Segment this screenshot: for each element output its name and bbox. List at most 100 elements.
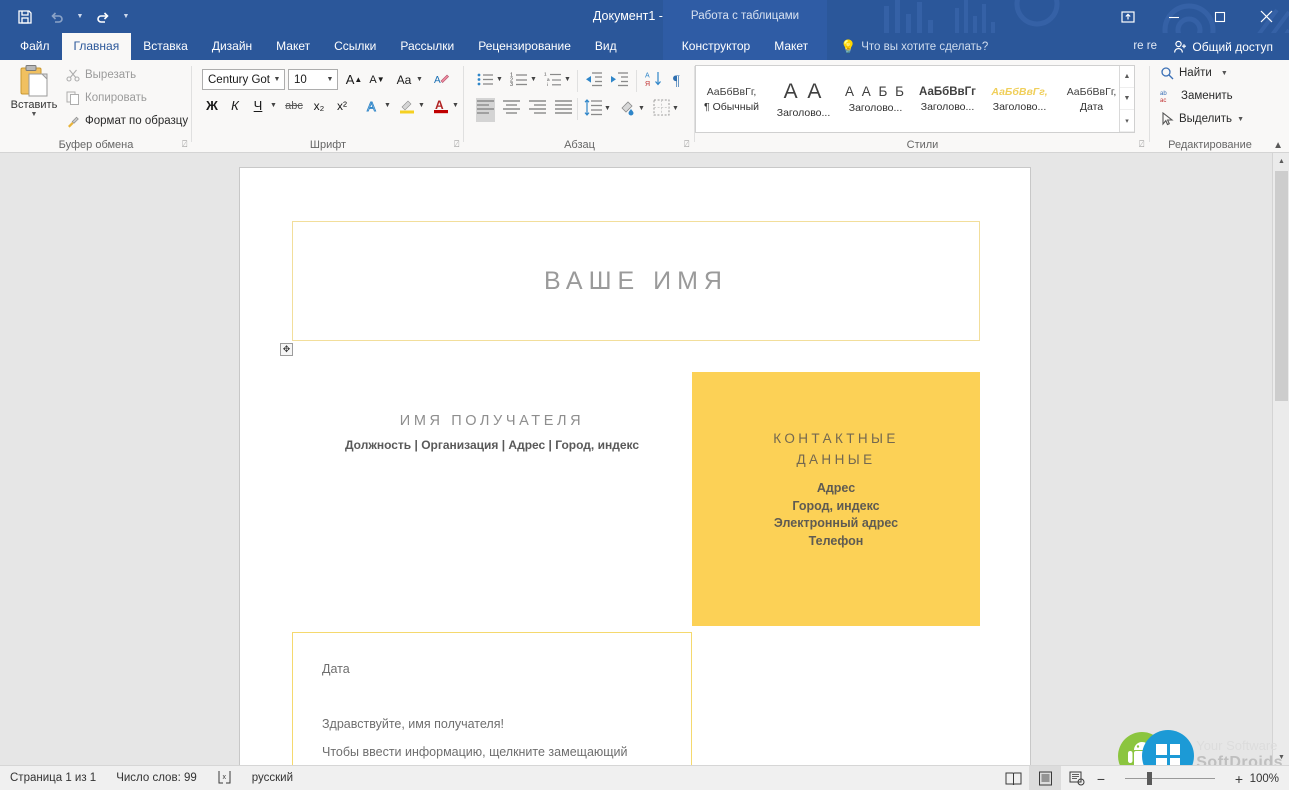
bullets-button[interactable] xyxy=(476,70,495,94)
multilevel-dropdown-icon[interactable]: ▼ xyxy=(564,76,571,83)
copy-button[interactable]: Копировать xyxy=(66,91,147,105)
font-color-button[interactable]: A xyxy=(430,95,452,116)
chevron-down-icon[interactable]: ▼ xyxy=(270,76,284,83)
word-count[interactable]: Число слов: 99 xyxy=(106,772,207,784)
justify-button[interactable] xyxy=(554,98,573,122)
zoom-out-button[interactable]: − xyxy=(1093,772,1109,786)
styles-scroll-down-icon[interactable]: ▼ xyxy=(1120,88,1134,110)
tab-design[interactable]: Дизайн xyxy=(200,33,264,60)
clear-formatting-button[interactable]: A xyxy=(430,69,452,90)
underline-dropdown-icon[interactable]: ▼ xyxy=(270,102,277,109)
align-left-button[interactable] xyxy=(476,98,495,122)
sort-button[interactable]: A Я xyxy=(644,70,663,94)
contact-details-box[interactable]: КОНТАКТНЫЕ ДАННЫЕ Адрес Город, индекс Эл… xyxy=(692,372,980,626)
strikethrough-button[interactable]: abc xyxy=(282,95,306,116)
select-button[interactable]: Выделить ▼ xyxy=(1160,112,1244,126)
letter-body-box[interactable]: Дата Здравствуйте, имя получателя! Чтобы… xyxy=(292,632,692,765)
tab-review[interactable]: Рецензирование xyxy=(466,33,583,60)
shading-dropdown-icon[interactable]: ▼ xyxy=(638,105,645,112)
subscript-button[interactable]: x₂ xyxy=(308,95,330,116)
web-layout-button[interactable] xyxy=(1061,766,1093,790)
customize-icon[interactable]: ▼ xyxy=(120,3,132,31)
font-size-input[interactable]: 10 ▼ xyxy=(288,69,338,90)
tab-table-design[interactable]: Конструктор xyxy=(672,33,760,60)
save-icon[interactable] xyxy=(10,3,40,31)
language-indicator[interactable]: русский xyxy=(242,772,303,784)
vertical-scrollbar[interactable]: ▲ ▼ xyxy=(1272,153,1289,765)
zoom-thumb[interactable] xyxy=(1147,772,1152,785)
replace-button[interactable]: ab ac Заменить xyxy=(1160,89,1233,103)
numbering-button[interactable]: 123 xyxy=(510,70,529,94)
close-icon[interactable] xyxy=(1243,0,1289,33)
tab-layout[interactable]: Макет xyxy=(264,33,322,60)
select-dropdown-icon[interactable]: ▼ xyxy=(1237,116,1244,123)
text-effects-dropdown-icon[interactable]: ▼ xyxy=(384,102,391,109)
italic-button[interactable]: К xyxy=(225,95,245,116)
styles-scroll-up-icon[interactable]: ▲ xyxy=(1120,66,1134,88)
text-highlight-button[interactable] xyxy=(396,95,418,116)
tab-references[interactable]: Ссылки xyxy=(322,33,388,60)
ribbon-display-options-icon[interactable] xyxy=(1105,0,1151,33)
tab-home[interactable]: Главная xyxy=(61,33,132,60)
restore-icon[interactable] xyxy=(1197,0,1243,33)
multilevel-list-button[interactable]: 1ai xyxy=(544,70,563,94)
print-layout-button[interactable] xyxy=(1029,766,1061,790)
font-name-input[interactable]: Century Gotł ▼ xyxy=(202,69,285,90)
paragraph-dialog-launcher[interactable]: ⍁ xyxy=(684,139,689,150)
style-item-heading4[interactable]: АаБбВвГг, Заголово... xyxy=(984,66,1056,132)
share-button[interactable]: Общий доступ xyxy=(1165,33,1281,60)
paste-button[interactable]: Вставить ▼ xyxy=(8,64,60,138)
font-color-dropdown-icon[interactable]: ▼ xyxy=(452,102,459,109)
paste-dropdown-icon[interactable]: ▼ xyxy=(31,111,38,118)
scroll-down-icon[interactable]: ▼ xyxy=(1273,749,1289,765)
chevron-down-icon[interactable]: ▼ xyxy=(323,76,337,83)
style-item-date[interactable]: АаБбВвГг, Дата xyxy=(1056,66,1128,132)
shrink-font-button[interactable]: A ▼ xyxy=(367,69,387,90)
date-placeholder[interactable]: Дата xyxy=(322,662,350,676)
zoom-level[interactable]: 100% xyxy=(1247,773,1289,785)
zoom-in-button[interactable]: + xyxy=(1231,772,1247,786)
line-spacing-button[interactable] xyxy=(584,98,603,122)
align-right-button[interactable] xyxy=(528,98,547,122)
increase-indent-button[interactable] xyxy=(610,70,629,94)
body-paragraph-text[interactable]: Чтобы ввести информацию, щелкните замеща… xyxy=(322,743,652,765)
redo-icon[interactable] xyxy=(88,3,118,31)
tab-table-layout[interactable]: Макет xyxy=(764,33,818,60)
change-case-button[interactable]: Aa xyxy=(392,69,416,90)
style-item-normal[interactable]: АаБбВвГг, ¶ Обычный xyxy=(696,66,768,132)
undo-icon[interactable] xyxy=(42,3,72,31)
text-effects-button[interactable]: A xyxy=(362,95,384,116)
style-item-heading2[interactable]: А А Б Б Заголово... xyxy=(840,66,912,132)
cut-button[interactable]: Вырезать xyxy=(66,68,136,82)
shading-button[interactable] xyxy=(618,98,637,122)
underline-button[interactable]: Ч xyxy=(248,95,268,116)
font-dialog-launcher[interactable]: ⍁ xyxy=(454,139,459,150)
show-formatting-marks-button[interactable]: ¶ xyxy=(670,70,689,94)
bold-button[interactable]: Ж xyxy=(202,95,222,116)
your-name-placeholder-box[interactable]: ВАШЕ ИМЯ xyxy=(292,221,980,341)
line-spacing-dropdown-icon[interactable]: ▼ xyxy=(604,105,611,112)
borders-dropdown-icon[interactable]: ▼ xyxy=(672,105,679,112)
tab-view[interactable]: Вид xyxy=(583,33,629,60)
clipboard-dialog-launcher[interactable]: ⍁ xyxy=(182,139,187,150)
tab-insert[interactable]: Вставка xyxy=(131,33,200,60)
styles-dialog-launcher[interactable]: ⍁ xyxy=(1139,139,1144,150)
find-button[interactable]: Найти ▼ xyxy=(1160,66,1228,80)
find-dropdown-icon[interactable]: ▼ xyxy=(1221,70,1228,77)
superscript-button[interactable]: x² xyxy=(331,95,353,116)
account-name[interactable]: re re xyxy=(1133,33,1157,60)
undo-dropdown-icon[interactable]: ▼ xyxy=(74,3,86,31)
minimize-icon[interactable] xyxy=(1151,0,1197,33)
style-item-heading1[interactable]: А А Заголово... xyxy=(768,66,840,132)
change-case-dropdown-icon[interactable]: ▼ xyxy=(416,76,423,83)
grow-font-button[interactable]: A ▲ xyxy=(344,69,364,90)
tab-mailings[interactable]: Рассылки xyxy=(388,33,466,60)
tab-file[interactable]: Файл xyxy=(8,33,62,60)
zoom-slider[interactable] xyxy=(1115,766,1225,790)
decrease-indent-button[interactable] xyxy=(584,70,603,94)
recipient-block[interactable]: ИМЯ ПОЛУЧАТЕЛЯ Должность | Организация |… xyxy=(292,413,692,452)
read-mode-button[interactable] xyxy=(997,766,1029,790)
format-painter-button[interactable]: Формат по образцу xyxy=(66,114,188,128)
table-move-handle-icon[interactable]: ✥ xyxy=(280,343,293,356)
styles-more-icon[interactable]: ▾ xyxy=(1120,110,1134,132)
